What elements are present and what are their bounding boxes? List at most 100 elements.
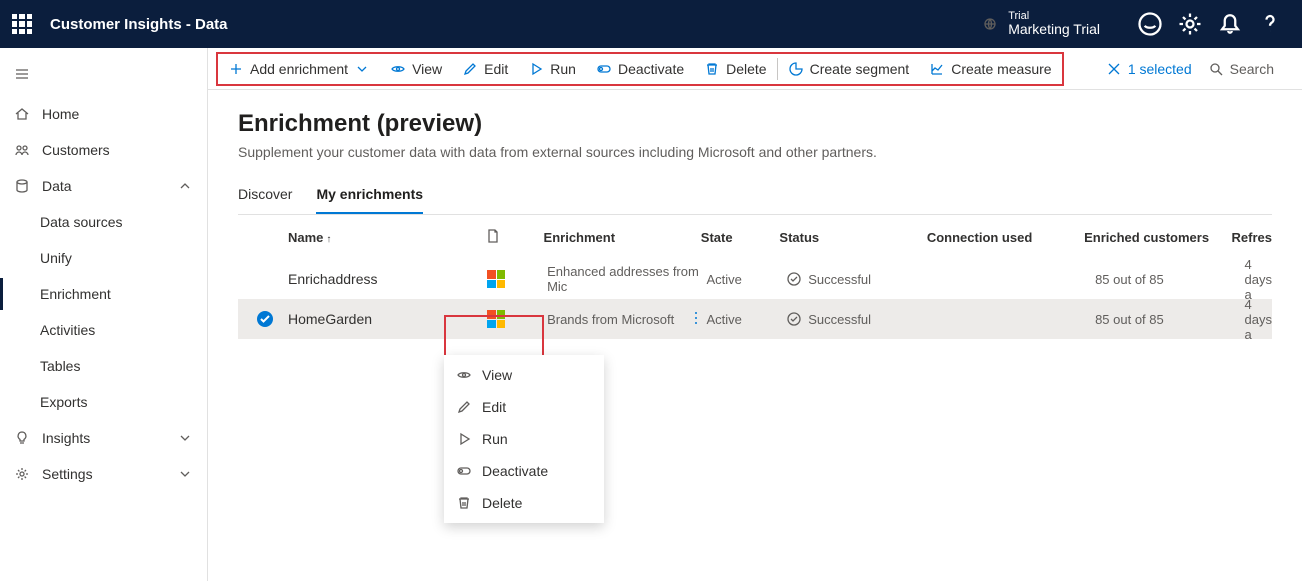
- sidebar-item-data-sources[interactable]: Data sources: [0, 204, 207, 240]
- sidebar-item-insights[interactable]: Insights: [0, 420, 207, 456]
- help-icon[interactable]: [1256, 10, 1284, 38]
- chevron-down-icon: [354, 61, 370, 77]
- insights-icon: [14, 430, 30, 446]
- cell-logo: [487, 310, 547, 328]
- cmd-add-enrichment[interactable]: Add enrichment: [218, 54, 380, 84]
- sidebar-item-exports[interactable]: Exports: [0, 384, 207, 420]
- col-customers[interactable]: Enriched customers: [1084, 230, 1231, 245]
- tab-my-enrichments[interactable]: My enrichments: [316, 178, 423, 214]
- cmd-create-measure[interactable]: Create measure: [919, 54, 1061, 84]
- cmd-delete[interactable]: Delete: [694, 54, 776, 84]
- ctx-delete[interactable]: Delete: [444, 487, 604, 519]
- hamburger-icon: [14, 66, 30, 82]
- page-subtitle: Supplement your customer data with data …: [238, 144, 1272, 160]
- enrichments-table: Name↑ Enrichment State Status Connection…: [238, 215, 1272, 339]
- notifications-icon[interactable]: [1216, 10, 1244, 38]
- sidebar-item-label: Customers: [42, 142, 110, 158]
- page: Enrichment (preview) Supplement your cus…: [208, 90, 1302, 581]
- cell-state: Active: [706, 312, 786, 327]
- chevron-down-icon: [177, 430, 193, 446]
- chevron-down-icon: [177, 466, 193, 482]
- cmd-label: Run: [550, 61, 576, 77]
- check-circle-icon: [786, 311, 802, 327]
- segment-icon: [788, 61, 804, 77]
- cell-logo: [487, 270, 547, 288]
- col-connection[interactable]: Connection used: [927, 230, 1084, 245]
- cell-status: Successful: [786, 271, 935, 287]
- selection-count[interactable]: 1 selected: [1106, 61, 1192, 77]
- command-highlight: Add enrichment View Edit Run Deactivate …: [216, 52, 1064, 86]
- selection-label: 1 selected: [1128, 61, 1192, 77]
- cell-state: Active: [706, 272, 786, 287]
- ctx-label: Edit: [482, 399, 506, 415]
- cell-enrichment: Enhanced addresses from Mic: [547, 264, 706, 294]
- search-label: Search: [1230, 61, 1274, 77]
- main: Add enrichment View Edit Run Deactivate …: [208, 48, 1302, 581]
- app-launcher-icon[interactable]: [12, 14, 32, 34]
- sidebar-item-tables[interactable]: Tables: [0, 348, 207, 384]
- sidebar-item-label: Insights: [42, 430, 90, 446]
- trash-icon: [456, 495, 472, 511]
- toggle-icon: [456, 463, 472, 479]
- col-enrichment[interactable]: Enrichment: [544, 230, 701, 245]
- sidebar-item-label: Tables: [40, 358, 80, 374]
- file-icon: [485, 228, 501, 244]
- col-name[interactable]: Name↑: [288, 230, 485, 245]
- feedback-icon[interactable]: [1136, 10, 1164, 38]
- ctx-label: Deactivate: [482, 463, 548, 479]
- chart-icon: [929, 61, 945, 77]
- cmd-label: Create segment: [810, 61, 910, 77]
- search-button[interactable]: Search: [1208, 61, 1274, 77]
- context-menu: View Edit Run Deactivate Delete: [444, 355, 604, 523]
- col-refreshed[interactable]: Refres: [1232, 230, 1272, 245]
- cell-name: HomeGarden: [288, 311, 487, 327]
- trial-name: Marketing Trial: [1008, 22, 1100, 37]
- cmd-create-segment[interactable]: Create segment: [778, 54, 920, 84]
- sidebar-item-label: Home: [42, 106, 79, 122]
- cmd-view[interactable]: View: [380, 54, 452, 84]
- table-row[interactable]: Enrichaddress Enhanced addresses from Mi…: [238, 259, 1272, 299]
- page-title: Enrichment (preview): [238, 110, 1272, 138]
- environment-picker[interactable]: Trial Marketing Trial: [982, 10, 1100, 37]
- cmd-run[interactable]: Run: [518, 54, 586, 84]
- play-icon: [456, 431, 472, 447]
- ctx-deactivate[interactable]: Deactivate: [444, 455, 604, 487]
- ctx-view[interactable]: View: [444, 359, 604, 391]
- microsoft-logo-icon: [487, 270, 505, 288]
- sidebar-item-settings[interactable]: Settings: [0, 456, 207, 492]
- ctx-label: Delete: [482, 495, 522, 511]
- sidebar: Home Customers Data Data sources Unify E…: [0, 48, 208, 581]
- sidebar-item-activities[interactable]: Activities: [0, 312, 207, 348]
- sidebar-item-unify[interactable]: Unify: [0, 240, 207, 276]
- sidebar-item-label: Enrichment: [40, 286, 111, 302]
- table-row[interactable]: HomeGarden Brands from Microsoft Active …: [238, 299, 1272, 339]
- sidebar-item-data[interactable]: Data: [0, 168, 207, 204]
- row-checked-icon[interactable]: [256, 310, 274, 328]
- toggle-icon: [596, 61, 612, 77]
- cmd-edit[interactable]: Edit: [452, 54, 518, 84]
- col-logo: [485, 228, 544, 247]
- sidebar-item-customers[interactable]: Customers: [0, 132, 207, 168]
- col-status[interactable]: Status: [779, 230, 926, 245]
- topbar: Customer Insights - Data Trial Marketing…: [0, 0, 1302, 48]
- sidebar-item-home[interactable]: Home: [0, 96, 207, 132]
- command-bar: Add enrichment View Edit Run Deactivate …: [208, 48, 1302, 90]
- sidebar-toggle[interactable]: [0, 52, 207, 96]
- ctx-label: View: [482, 367, 512, 383]
- ctx-edit[interactable]: Edit: [444, 391, 604, 423]
- sidebar-item-label: Settings: [42, 466, 93, 482]
- trash-icon: [704, 61, 720, 77]
- tab-discover[interactable]: Discover: [238, 178, 292, 214]
- cell-enrichment: Brands from Microsoft: [547, 312, 706, 327]
- row-more-icon[interactable]: [688, 310, 704, 329]
- chevron-up-icon: [177, 178, 193, 194]
- sidebar-item-enrichment[interactable]: Enrichment: [0, 276, 207, 312]
- ctx-run[interactable]: Run: [444, 423, 604, 455]
- edit-icon: [462, 61, 478, 77]
- eye-icon: [390, 61, 406, 77]
- settings-icon[interactable]: [1176, 10, 1204, 38]
- cmd-deactivate[interactable]: Deactivate: [586, 54, 694, 84]
- eye-icon: [456, 367, 472, 383]
- check-circle-icon: [786, 271, 802, 287]
- col-state[interactable]: State: [701, 230, 780, 245]
